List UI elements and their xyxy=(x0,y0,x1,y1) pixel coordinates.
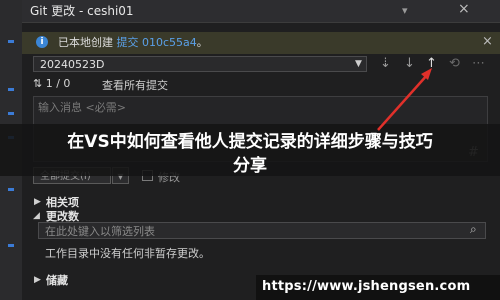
sync-counts: ⇅ 1 / 0 xyxy=(33,77,71,90)
info-message: 已本地创建 提交 010c55a4。 xyxy=(58,36,208,50)
strip-marker xyxy=(8,88,14,91)
info-prefix: 已本地创建 xyxy=(58,36,113,49)
commit-link[interactable]: 提交 010c55a4 xyxy=(117,36,197,49)
info-icon: i xyxy=(36,36,48,48)
tab-git-changes[interactable]: Git 更改 - ceshi01 xyxy=(30,2,134,20)
filter-input[interactable]: 在此处键入以筛选列表 xyxy=(38,222,486,239)
section-stashes[interactable]: 储藏 xyxy=(46,272,68,288)
strip-marker xyxy=(8,188,14,191)
branch-selector[interactable]: 20240523D xyxy=(33,56,367,72)
commit-message-placeholder: 输入消息 <必需> xyxy=(38,101,126,114)
expand-arrow-icon[interactable]: ▶ xyxy=(34,275,41,285)
info-close-icon[interactable]: × xyxy=(482,34,493,49)
no-changes-message: 工作目录中没有任何非暂存更改。 xyxy=(45,247,210,260)
view-all-commits-link[interactable]: 查看所有提交 xyxy=(102,77,168,93)
watermark-text: https://www.jshengsen.com xyxy=(262,279,471,294)
sync-icon[interactable]: ⟲ xyxy=(449,56,460,71)
pin-icon[interactable]: ▾ xyxy=(402,4,408,17)
strip-marker xyxy=(8,40,14,43)
close-icon[interactable]: × xyxy=(458,1,470,17)
collapse-arrow-icon[interactable]: ◢ xyxy=(33,211,40,221)
more-icon[interactable]: ⋯ xyxy=(472,56,485,71)
push-arrow-up-icon[interactable]: ↑ xyxy=(426,56,437,71)
search-icon[interactable]: ⌕ xyxy=(470,222,477,237)
strip-marker xyxy=(8,112,14,115)
pull-arrow-down-icon[interactable]: ↓ xyxy=(404,56,415,71)
fetch-arrow-down-icon[interactable]: ⇣ xyxy=(380,56,391,71)
article-title-line1: 在VS中如何查看他人提交记录的详细步骤与技巧 xyxy=(67,132,433,152)
expand-arrow-icon[interactable]: ▶ xyxy=(34,197,41,207)
chevron-down-icon[interactable]: ▼ xyxy=(355,59,362,69)
strip-marker xyxy=(8,244,14,247)
article-title-line2: 分享 xyxy=(233,156,267,176)
info-suffix: 。 xyxy=(196,36,208,49)
